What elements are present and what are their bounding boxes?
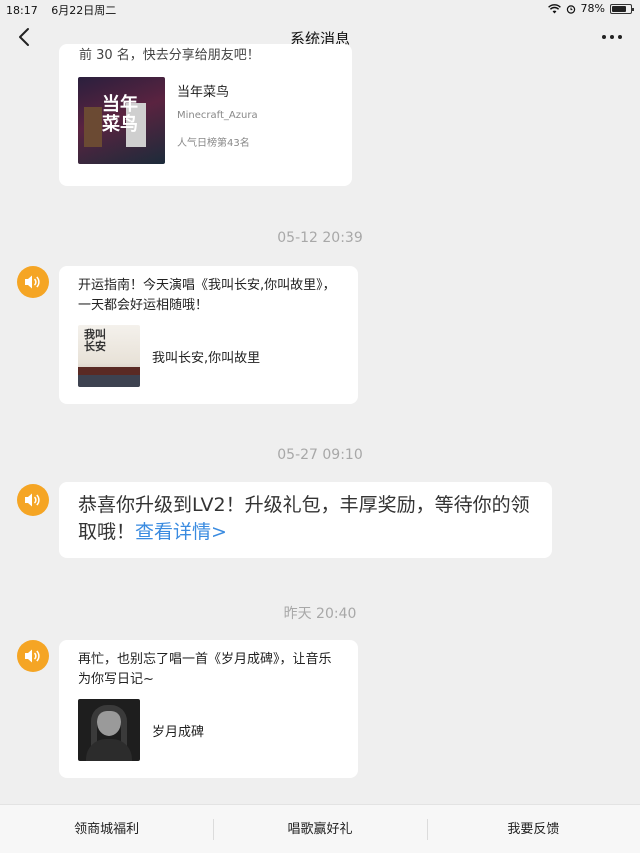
rank-label: 人气日榜第43名 xyxy=(177,138,250,149)
cover-title-text: 当年菜鸟 xyxy=(102,94,138,135)
speaker-avatar xyxy=(17,266,49,298)
tab-mall-benefits[interactable]: 领商城福利 xyxy=(0,805,213,853)
tab-feedback[interactable]: 我要反馈 xyxy=(426,805,640,853)
song-cover-thumbnail[interactable]: 当年菜鸟 xyxy=(78,77,165,164)
status-bar: 18:17 6月22日周二 78% xyxy=(0,0,640,18)
song-title: 当年菜鸟 xyxy=(177,85,230,100)
speaker-icon xyxy=(25,649,40,663)
timestamp-2: 05-27 09:10 xyxy=(277,447,363,463)
timestamp-1: 05-12 20:39 xyxy=(277,230,363,246)
speaker-avatar xyxy=(17,484,49,516)
status-date: 6月22日周二 xyxy=(51,4,117,17)
message-text: 开运指南！今天演唱《我叫长安,你叫故里》，一天都会好运相随哦！ xyxy=(78,278,336,313)
message-card-1[interactable]: 前 30 名，快去分享给朋友吧！ 当年菜鸟 当年菜鸟 Minecraft_Azu… xyxy=(59,44,352,186)
battery-icon xyxy=(610,3,634,14)
message-card-4[interactable]: 再忙，也别忘了唱一首《岁月成碑》，让音乐为你写日记~ 岁月成碑 xyxy=(59,640,358,778)
alarm-icon xyxy=(566,4,575,14)
battery-fill xyxy=(612,5,627,12)
tab-sing-win-gifts[interactable]: 唱歌赢好礼 xyxy=(213,805,426,853)
status-time: 18:17 xyxy=(6,4,38,17)
view-details-link[interactable]: 查看详情> xyxy=(135,521,227,543)
speaker-avatar xyxy=(17,640,49,672)
song-title: 我叫长安,你叫故里 xyxy=(152,351,261,366)
song-cover-thumbnail[interactable] xyxy=(78,699,140,761)
wifi-icon xyxy=(547,3,561,13)
message-text-large: 恭喜你升级到LV2！升级礼包，丰厚奖励，等待你的领取哦！查看详情> xyxy=(78,492,538,546)
message-text-partial: 前 30 名，快去分享给朋友吧！ xyxy=(79,48,260,63)
artist-name: Minecraft_Azura xyxy=(177,110,258,121)
speaker-icon xyxy=(25,493,40,507)
more-options-icon[interactable] xyxy=(602,35,622,39)
song-cover-thumbnail[interactable]: 我叫长安 xyxy=(78,325,140,387)
timestamp-3: 昨天 20:40 xyxy=(283,606,357,622)
message-text: 再忙，也别忘了唱一首《岁月成碑》，让音乐为你写日记~ xyxy=(78,652,332,687)
message-card-3[interactable]: 恭喜你升级到LV2！升级礼包，丰厚奖励，等待你的领取哦！查看详情> xyxy=(59,482,552,558)
speaker-icon xyxy=(25,275,40,289)
cover-title-text: 我叫长安 xyxy=(84,328,106,353)
battery-percent: 78% xyxy=(580,2,605,15)
message-card-2[interactable]: 开运指南！今天演唱《我叫长安,你叫故里》，一天都会好运相随哦！ 我叫长安 我叫长… xyxy=(59,266,358,404)
bottom-action-bar: 领商城福利 唱歌赢好礼 我要反馈 xyxy=(0,804,640,853)
song-title: 岁月成碑 xyxy=(152,725,205,740)
